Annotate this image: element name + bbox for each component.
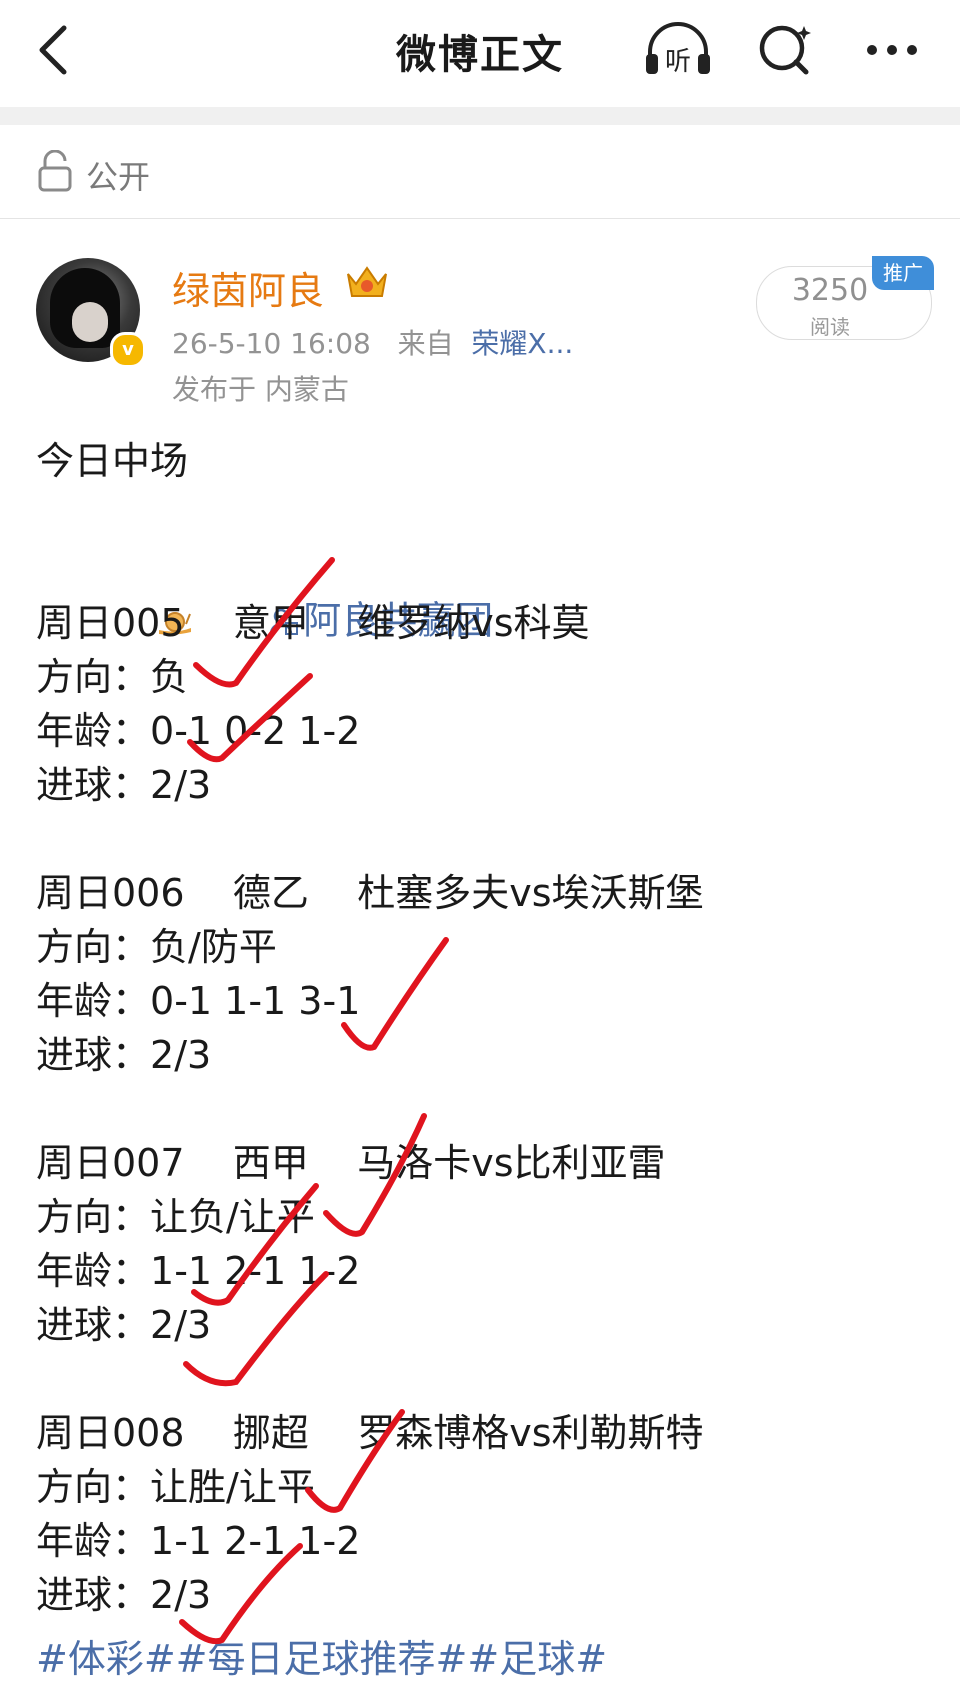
match-code: 周日008 [36,1411,185,1455]
goals-value: 2/3 [150,1303,212,1347]
match-teams: 马洛卡vs比利亚雷 [357,1141,666,1185]
post-intro: 今日中场 [36,439,189,483]
source-prefix: 来自 [397,327,454,360]
match-block: 周日007 西甲 马洛卡vs比利亚雷 方向：让负/让平 年龄：1-1 2-1 1… [36,1136,704,1352]
match-league: 挪超 [232,1411,309,1455]
match-block: 周日008 挪超 罗森博格vs利勒斯特 方向：让胜/让平 年龄：1-1 2-1 … [36,1406,704,1622]
read-label: 阅读 [810,315,850,339]
lock-icon [36,149,74,196]
listen-headphone-icon[interactable]: 听 [640,18,716,82]
svg-text:听: 听 [665,47,691,77]
match-header: 周日005 意甲 维罗纳vs科莫 [36,596,704,650]
goals-value: 2/3 [150,1033,212,1077]
match-teams: 维罗纳vs科莫 [357,601,590,645]
score-label: 年龄： [36,709,151,753]
direction-label: 方向： [36,655,151,699]
promo-badge: 推广 [872,256,934,290]
goals-label: 进球： [36,1033,151,1077]
score-value: 0-1 1-1 3-1 [150,979,361,1023]
search-icon[interactable] [748,18,824,82]
post-body: 今日中场 阿良共赢团 周日005 意甲 维罗纳vs科莫 方向：负 年龄：0-1 … [36,434,704,1622]
match-code: 周日006 [36,871,185,915]
goals-value: 2/3 [150,1573,212,1617]
score-label: 年龄： [36,1519,151,1563]
match-direction: 方向：负 [36,650,704,704]
direction-label: 方向： [36,925,151,969]
goals-label: 进球： [36,763,151,807]
top-bar: 微博正文 听 [0,0,960,100]
crown-badge-icon[interactable] [344,262,390,306]
score-label: 年龄： [36,1249,151,1293]
hashtag-links[interactable]: #体彩##每日足球推荐##足球# [36,1628,607,1683]
match-scores: 年龄：1-1 2-1 1-2 [36,1514,704,1568]
match-header: 周日008 挪超 罗森博格vs利勒斯特 [36,1406,704,1460]
more-icon[interactable] [856,18,932,82]
verified-badge: v [110,332,146,368]
match-block: 周日005 意甲 维罗纳vs科莫 方向：负 年龄：0-1 0-2 1-2 进球：… [36,596,704,812]
goals-label: 进球： [36,1303,151,1347]
goals-value: 2/3 [150,763,212,807]
score-label: 年龄： [36,979,151,1023]
section-divider [0,107,960,125]
match-direction: 方向：让胜/让平 [36,1460,704,1514]
direction-value: 让胜/让平 [150,1465,315,1509]
match-goals: 进球：2/3 [36,1028,704,1082]
match-goals: 进球：2/3 [36,758,704,812]
match-header: 周日006 德乙 杜塞多夫vs埃沃斯堡 [36,866,704,920]
match-code: 周日005 [36,601,185,645]
match-teams: 杜塞多夫vs埃沃斯堡 [357,871,704,915]
match-goals: 进球：2/3 [36,1568,704,1622]
score-value: 0-1 0-2 1-2 [150,709,361,753]
match-block: 周日006 德乙 杜塞多夫vs埃沃斯堡 方向：负/防平 年龄：0-1 1-1 3… [36,866,704,1082]
post-location: 发布于 内蒙古 [172,373,349,406]
match-league: 意甲 [232,601,309,645]
group-link[interactable]: 阿良共赢团 [36,488,704,643]
match-league: 德乙 [232,871,309,915]
author-name[interactable]: 绿茵阿良 [172,260,324,315]
direction-label: 方向： [36,1465,151,1509]
post-meta: 26-5-10 16:08 来自 荣耀X... [172,322,573,362]
score-value: 1-1 2-1 1-2 [150,1249,361,1293]
source-device[interactable]: 荣耀X... [471,327,573,360]
match-direction: 方向：负/防平 [36,920,704,974]
match-code: 周日007 [36,1141,185,1185]
match-league: 西甲 [232,1141,309,1185]
visibility-label: 公开 [86,158,151,196]
visibility-row: 公开 [0,126,960,219]
score-value: 1-1 2-1 1-2 [150,1519,361,1563]
match-header: 周日007 西甲 马洛卡vs比利亚雷 [36,1136,704,1190]
timestamp: 26-5-10 16:08 [172,327,371,360]
direction-value: 负/防平 [150,925,277,969]
match-scores: 年龄：0-1 1-1 3-1 [36,974,704,1028]
match-scores: 年龄：1-1 2-1 1-2 [36,1244,704,1298]
direction-label: 方向： [36,1195,151,1239]
match-scores: 年龄：0-1 0-2 1-2 [36,704,704,758]
match-direction: 方向：让负/让平 [36,1190,704,1244]
direction-value: 负 [150,655,189,699]
direction-value: 让负/让平 [150,1195,315,1239]
goals-label: 进球： [36,1573,151,1617]
match-teams: 罗森博格vs利勒斯特 [357,1411,704,1455]
match-goals: 进球：2/3 [36,1298,704,1352]
